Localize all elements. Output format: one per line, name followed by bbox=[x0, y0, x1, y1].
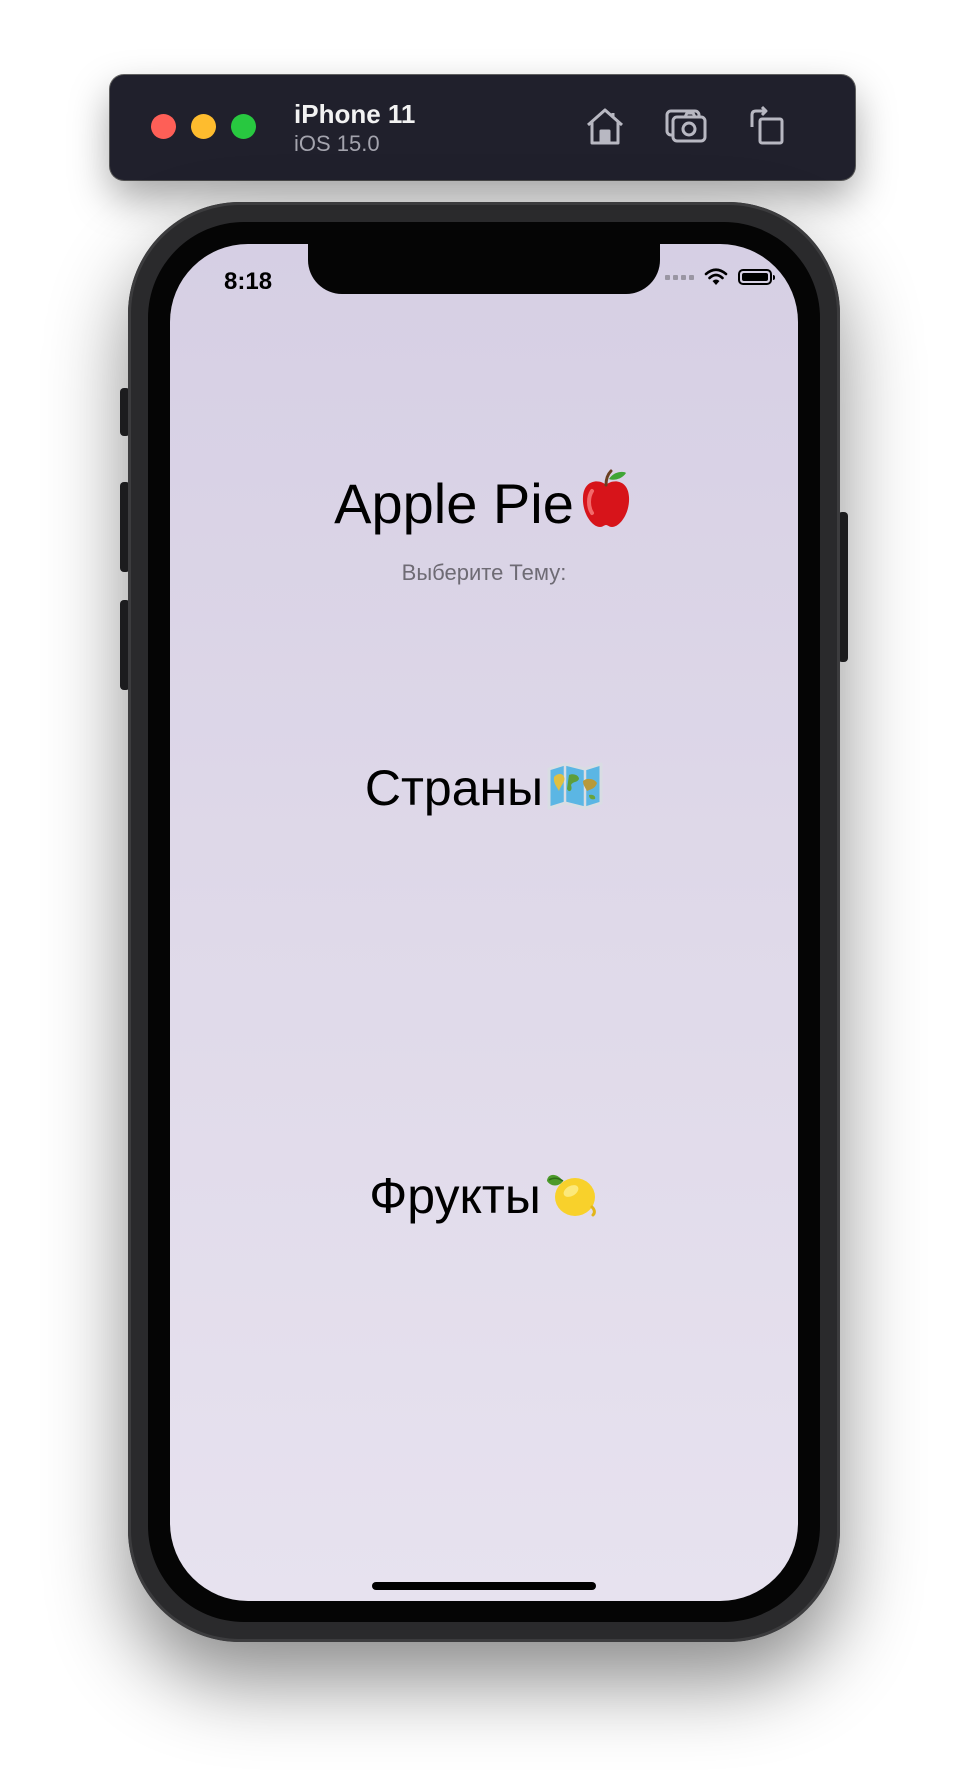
screenshot-icon[interactable] bbox=[663, 103, 709, 149]
fruits-topic-button[interactable]: Фрукты bbox=[170, 1167, 798, 1225]
choose-topic-label: Выберите Тему: bbox=[401, 560, 567, 585]
lemon-icon bbox=[545, 1167, 599, 1219]
fruits-topic-label: Фрукты bbox=[369, 1168, 541, 1224]
countries-topic-label: Страны bbox=[364, 760, 544, 816]
cellular-signal-icon bbox=[665, 274, 694, 280]
home-indicator[interactable] bbox=[372, 1582, 596, 1590]
rotate-icon[interactable] bbox=[744, 103, 790, 149]
red-apple-icon bbox=[578, 469, 634, 529]
app-screen: 8:18 Apple Pie Выберите Тему: Страны Фру… bbox=[170, 244, 798, 1601]
app-title-text: Apple Pie bbox=[334, 472, 574, 535]
device-name: iPhone 11 bbox=[294, 99, 416, 129]
status-icons bbox=[665, 268, 775, 286]
simulator-window: iPhone 11 iOS 15.0 8:18 Apple Pie Выбери… bbox=[0, 0, 966, 1792]
wifi-icon bbox=[704, 268, 728, 285]
battery-icon bbox=[738, 269, 775, 285]
simulator-toolbar: iPhone 11 iOS 15.0 bbox=[110, 75, 855, 180]
countries-topic-button[interactable]: Страны bbox=[170, 759, 798, 817]
world-map-icon bbox=[547, 761, 603, 811]
device-os-version: iOS 15.0 bbox=[294, 131, 380, 156]
minimize-window-button[interactable] bbox=[191, 114, 216, 139]
close-window-button[interactable] bbox=[151, 114, 176, 139]
status-time: 8:18 bbox=[224, 268, 273, 295]
notch bbox=[308, 244, 660, 294]
zoom-window-button[interactable] bbox=[231, 114, 256, 139]
home-icon[interactable] bbox=[582, 103, 628, 149]
app-title: Apple Pie bbox=[170, 469, 798, 536]
